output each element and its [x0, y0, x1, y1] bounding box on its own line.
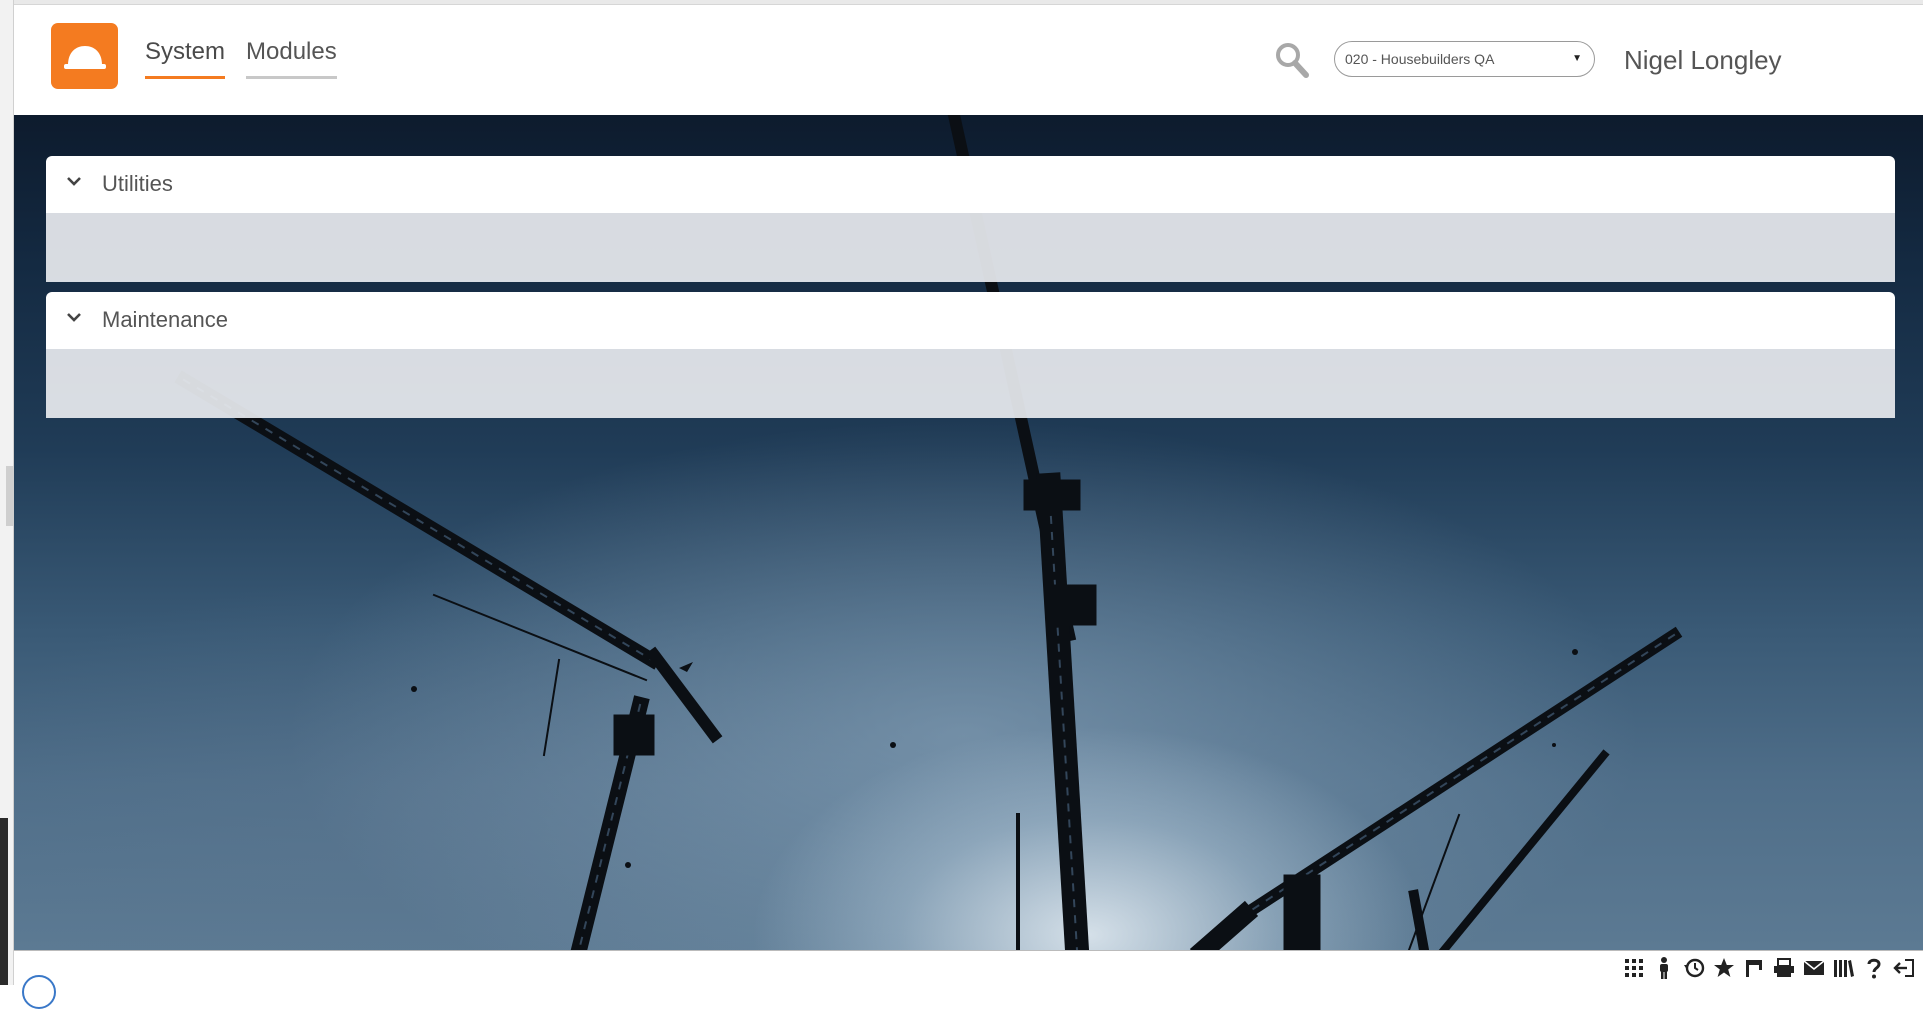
left-window-edge [0, 0, 14, 985]
chevron-down-icon [67, 177, 81, 186]
star-icon[interactable] [1711, 956, 1737, 980]
hard-hat-icon [64, 46, 106, 69]
help-icon[interactable] [1861, 956, 1887, 980]
user-name[interactable]: Nigel Longley [1624, 45, 1782, 76]
panel-maintenance: Maintenance [46, 292, 1895, 418]
logout-icon[interactable] [1891, 956, 1917, 980]
app-logo[interactable] [51, 23, 118, 89]
chevron-down-icon [67, 313, 81, 322]
panel-maintenance-header[interactable]: Maintenance [46, 292, 1895, 349]
panel-maintenance-title: Maintenance [102, 307, 228, 332]
scroll-marker [6, 466, 14, 526]
panel-maintenance-body [46, 349, 1895, 418]
company-select-value: 020 - Housebuilders QA [1345, 51, 1495, 67]
search-icon[interactable] [1274, 41, 1310, 84]
mail-icon[interactable] [1801, 956, 1827, 980]
tab-modules[interactable]: Modules [246, 38, 337, 79]
grid-icon[interactable] [1621, 956, 1647, 980]
history-icon[interactable] [1681, 956, 1707, 980]
panel-utilities-header[interactable]: Utilities [46, 156, 1895, 213]
panel-utilities-title: Utilities [102, 171, 173, 196]
status-circle-icon [22, 975, 56, 1009]
person-icon[interactable] [1651, 956, 1677, 980]
flag-icon[interactable] [1741, 956, 1767, 980]
footer-toolbar [14, 950, 1923, 1009]
panel-utilities: Utilities [46, 156, 1895, 282]
company-select[interactable]: 020 - Housebuilders QA ▼ [1334, 41, 1595, 77]
library-icon[interactable] [1831, 956, 1857, 980]
dropdown-arrow-icon: ▼ [1572, 53, 1582, 64]
tab-system[interactable]: System [145, 38, 226, 79]
app-header: System Modules 020 - Housebuilders QA ▼ … [14, 5, 1923, 115]
printer-icon[interactable] [1771, 956, 1797, 980]
window-edge-block [0, 818, 8, 985]
footer-icon-bar [1621, 956, 1917, 980]
panel-utilities-body [46, 213, 1895, 282]
